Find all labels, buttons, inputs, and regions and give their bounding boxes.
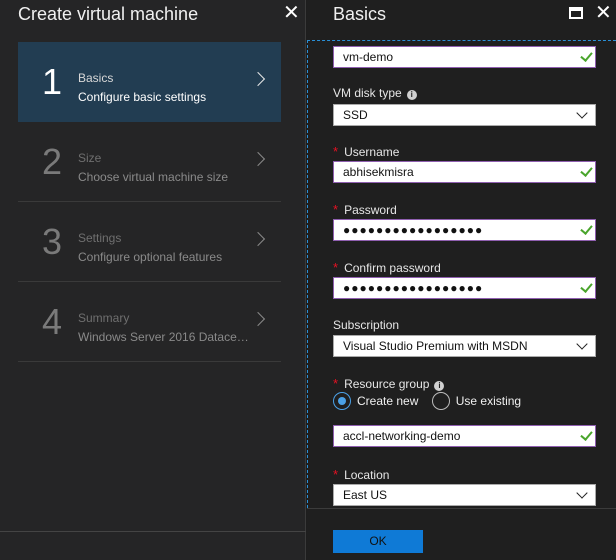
step-title: Settings (78, 231, 122, 245)
chevron-right-icon (250, 311, 266, 327)
close-icon[interactable]: ✕ (283, 3, 300, 23)
blade-footer-divider (0, 531, 306, 532)
password-label: * Password (333, 202, 397, 217)
required-marker: * (333, 376, 339, 391)
step-subtitle: Windows Server 2016 Datacen... (78, 330, 253, 344)
confirm-password-label-text: Confirm password (344, 261, 441, 275)
disk-type-value: SSD (343, 108, 368, 122)
resource-group-label: * Resource group i (333, 376, 445, 391)
username-label-text: Username (344, 145, 400, 159)
blade-title: Create virtual machine (18, 4, 199, 24)
resource-group-options: Create new Use existing (333, 392, 531, 413)
step-subtitle: Configure optional features (78, 250, 223, 264)
step-number: 3 (42, 221, 63, 262)
check-icon (580, 49, 593, 62)
info-icon[interactable]: i (406, 90, 417, 100)
location-value: East US (343, 488, 388, 502)
required-marker: * (333, 202, 339, 217)
location-label: * Location (333, 467, 389, 482)
resource-group-value: accl-networking-demo (343, 429, 461, 443)
step-size[interactable]: 2 Size Choose virtual machine size (18, 122, 281, 202)
dropdown-caret-icon (576, 338, 588, 350)
disk-type-select[interactable]: SSD (333, 104, 596, 126)
vm-name-input[interactable]: vm-demo (333, 46, 596, 68)
username-input[interactable]: abhisekmisra (333, 161, 596, 183)
check-icon (580, 164, 593, 177)
chevron-right-icon (250, 151, 266, 167)
required-marker: * (333, 260, 339, 275)
vm-name-value: vm-demo (343, 50, 394, 64)
use-existing-radio[interactable]: Use existing (431, 392, 522, 410)
username-value: abhisekmisra (343, 165, 414, 179)
step-basics[interactable]: 1 Basics Configure basic settings (18, 42, 281, 122)
radio-empty-icon (431, 392, 450, 410)
confirm-password-value: ●●●●●●●●●●●●●●●●● (343, 281, 484, 295)
create-new-radio[interactable]: Create new (333, 392, 418, 410)
dropdown-caret-icon (576, 487, 588, 499)
basics-form: vm-demo VM disk type i SSD * Username abhi… (307, 40, 616, 508)
step-title: Size (78, 151, 102, 165)
create-vm-blade: Create virtual machine ✕ 1 Basics Config… (0, 0, 306, 560)
chevron-right-icon (250, 231, 266, 247)
step-settings[interactable]: 3 Settings Configure optional features (18, 202, 281, 282)
dropdown-caret-icon (576, 107, 588, 119)
close-icon[interactable]: ✕ (595, 3, 612, 23)
check-icon (580, 280, 593, 293)
form-focus-edge (307, 40, 308, 508)
location-select[interactable]: East US (333, 484, 596, 506)
location-label-text: Location (344, 468, 390, 482)
blade-title: Basics (333, 4, 387, 24)
password-label-text: Password (344, 203, 397, 217)
radio-selected-icon (333, 392, 351, 410)
disk-type-label: VM disk type i (333, 86, 417, 100)
step-title: Summary (78, 311, 130, 325)
step-number: 1 (42, 61, 63, 102)
resource-group-label-text: Resource group (344, 377, 430, 391)
step-title: Basics (78, 71, 114, 85)
password-input[interactable]: ●●●●●●●●●●●●●●●●● (333, 219, 596, 241)
create-new-label: Create new (357, 394, 419, 408)
use-existing-label: Use existing (455, 394, 522, 408)
info-icon[interactable]: i (434, 381, 445, 391)
disk-type-label-text: VM disk type (333, 86, 402, 100)
required-marker: * (333, 467, 339, 482)
step-summary[interactable]: 4 Summary Windows Server 2016 Datacen... (18, 282, 281, 362)
maximize-icon[interactable] (569, 7, 583, 19)
subscription-select[interactable]: Visual Studio Premium with MSDN (333, 335, 596, 357)
basics-blade: Basics ✕ vm-demo VM disk type i SSD * User… (307, 0, 616, 560)
required-marker: * (333, 144, 339, 159)
step-number: 4 (42, 301, 63, 342)
chevron-right-icon (250, 71, 266, 87)
step-subtitle: Configure basic settings (78, 90, 207, 104)
username-label: * Username (333, 144, 399, 159)
step-subtitle: Choose virtual machine size (78, 170, 229, 184)
check-icon (580, 222, 593, 235)
subscription-value: Visual Studio Premium with MSDN (343, 339, 528, 353)
resource-group-input[interactable]: accl-networking-demo (333, 425, 596, 447)
step-number: 2 (42, 141, 63, 182)
password-value: ●●●●●●●●●●●●●●●●● (343, 223, 484, 237)
blade-footer: OK (307, 508, 616, 560)
wizard-steps: 1 Basics Configure basic settings 2 Size… (18, 42, 281, 362)
subscription-label: Subscription (333, 318, 400, 332)
check-icon (580, 428, 593, 441)
ok-button[interactable]: OK (333, 530, 423, 553)
confirm-password-label: * Confirm password (333, 260, 441, 275)
confirm-password-input[interactable]: ●●●●●●●●●●●●●●●●● (333, 277, 596, 299)
